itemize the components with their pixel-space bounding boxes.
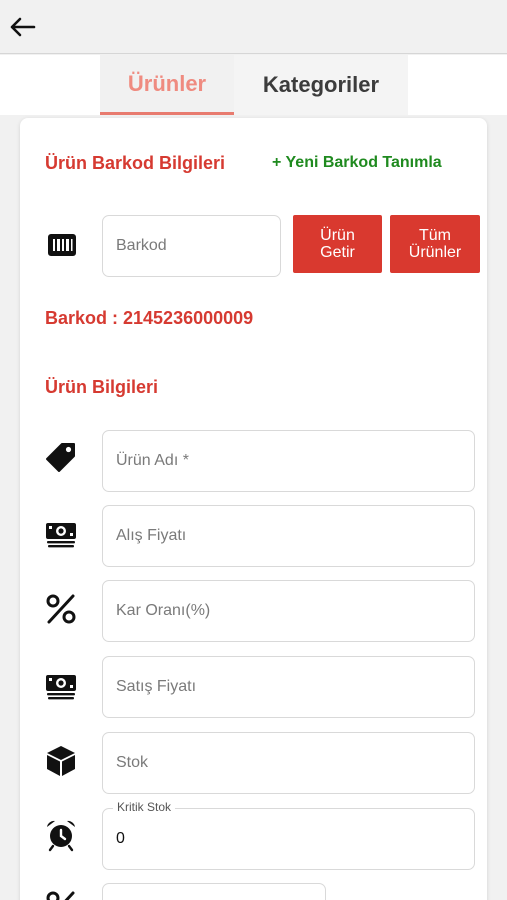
fetch-product-label: Ürün Getir [320, 227, 355, 261]
barcode-value: Barkod : 2145236000009 [45, 308, 254, 328]
critical-stock-label: Kritik Stok [113, 800, 176, 814]
barcode-icon [48, 234, 76, 256]
money-icon [46, 675, 76, 700]
margin-field[interactable]: Kar Oranı(%) [102, 580, 475, 642]
tag-icon [46, 443, 75, 472]
product-name-field[interactable]: Ürün Adı * [102, 430, 475, 492]
tab-kategoriler[interactable]: Kategoriler [234, 55, 408, 115]
barcode-input[interactable]: Barkod [102, 215, 281, 277]
stock-placeholder: Stok [116, 754, 149, 771]
all-products-label: Tüm Ürünler [408, 227, 462, 261]
top-bar [0, 0, 507, 54]
product-form-card: Ürün Barkod Bilgileri + Yeni Barkod Tanı… [20, 118, 487, 900]
tab-urunler[interactable]: Ürünler [100, 55, 234, 115]
fetch-product-button[interactable]: Ürün Getir [293, 215, 382, 273]
sale-price-field[interactable]: Satış Fiyatı [102, 656, 475, 718]
stock-field[interactable]: Stok [102, 732, 475, 794]
percent-icon [46, 891, 75, 900]
product-section-title: Ürün Bilgileri [45, 377, 159, 397]
purchase-price-placeholder: Alış Fiyatı [116, 527, 187, 544]
sale-price-placeholder: Satış Fiyatı [116, 678, 197, 695]
critical-stock-field[interactable]: Kritik Stok 0 [102, 800, 475, 870]
alarm-clock-icon [47, 820, 75, 852]
all-products-button[interactable]: Tüm Ürünler [390, 215, 480, 273]
product-name-placeholder: Ürün Adı * [116, 452, 189, 469]
cube-icon [47, 746, 75, 776]
tab-bar: Ürünler Kategoriler [0, 55, 507, 115]
barcode-section-title: Ürün Barkod Bilgileri [45, 153, 226, 173]
purchase-price-field[interactable]: Alış Fiyatı [102, 505, 475, 567]
new-barcode-link[interactable]: + Yeni Barkod Tanımla [272, 154, 442, 172]
critical-stock-value: 0 [116, 830, 125, 847]
arrow-left-icon[interactable] [8, 14, 36, 40]
barcode-placeholder: Barkod [116, 237, 167, 254]
money-icon [46, 523, 76, 548]
margin-placeholder: Kar Oranı(%) [116, 602, 211, 619]
percent-icon [46, 594, 76, 624]
next-field[interactable] [102, 883, 326, 900]
